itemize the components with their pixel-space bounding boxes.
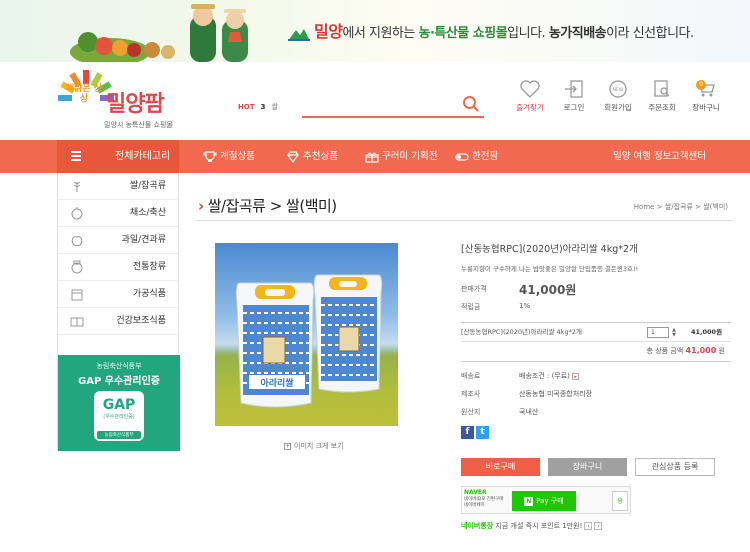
search-bar (302, 92, 484, 118)
order-lookup-button[interactable]: 주문조회 (640, 80, 684, 113)
login-button[interactable]: 로그인 (552, 80, 596, 113)
naver-pay-button[interactable]: N Pay 구매 (512, 491, 576, 511)
new-member-icon: NEW (609, 80, 627, 98)
search-icon[interactable] (462, 95, 480, 113)
sidebar-item-health[interactable]: 건강보조식품 (58, 308, 178, 335)
menu-icon (71, 151, 81, 163)
naver-point-promo[interactable]: 네이버통장 지금 개설 즉시 포인트 1만원! ‹ › (461, 521, 603, 531)
price-row: 판매가격 41,000원 (461, 283, 577, 297)
cart-count-badge: 0 (696, 80, 706, 90)
product-image[interactable]: 아라리쌀 (215, 243, 398, 426)
page-title: › 쌀/잡곡류 > 쌀(백미) (198, 197, 337, 215)
nav-recommended[interactable]: 추천상품 (286, 140, 338, 173)
chevron-right-icon: › (198, 197, 204, 215)
package-icon (71, 289, 83, 301)
product-description: 누룽지향이 구수하게 나는 밥맛좋은 밀양쌀 단립품종 골든퀸3호!! (461, 265, 639, 273)
diamond-icon (287, 150, 299, 163)
total-price: 총 상품 금액 41,000 원 (646, 346, 725, 355)
naver-wish-button[interactable]: 찜 (612, 491, 628, 511)
prev-arrow-icon[interactable]: ‹ (584, 522, 593, 530)
option-summary: [산동농협RPC](2020년)아라리쌀 4kg*2개 1 ▲ ▼ 41,000원 … (461, 322, 731, 362)
points-row: 적립금 1% (461, 302, 531, 311)
zoom-plus-icon: + (284, 443, 291, 450)
nav-kepco-farm[interactable]: 한전팜 (455, 140, 498, 173)
gap-certification-banner[interactable]: 농림축산식품부 GAP 우수관리인증 GAP (우수관리인증) 농림축산식품부 (58, 355, 180, 451)
grain-icon (73, 181, 81, 192)
naver-pay-box: NAVER 네이버ID로 간편구매 네이버페이 N Pay 구매 찜 (461, 486, 631, 514)
maker-row: 제조사 산동농협 미곡종합처리장 (461, 390, 593, 398)
add-to-wishlist-button[interactable]: 관심상품 등록 (635, 458, 715, 476)
zoom-image-link[interactable]: + 이미지 크게 보기 (284, 441, 344, 451)
all-categories-button[interactable]: 전체카테고리 (57, 140, 179, 173)
banner-brand: 밀양 (314, 22, 343, 41)
search-input[interactable] (302, 92, 452, 117)
product-title: [산동농협RPC](2020년)아라리쌀 4kg*2개 (461, 244, 638, 255)
signup-button[interactable]: NEW 회원가입 (596, 80, 640, 113)
bag-label: 아라리쌀 (260, 377, 294, 389)
twitter-icon[interactable]: t (476, 426, 489, 439)
hot-keyword-link[interactable]: 쌀 (271, 103, 277, 111)
quantity-up-icon[interactable]: ▲ ▼ (672, 328, 676, 338)
selected-option-row: [산동농협RPC](2020년)아라리쌀 4kg*2개 1 ▲ ▼ 41,000원 (461, 323, 731, 342)
naver-n-icon: N (524, 496, 534, 506)
jar-icon (71, 260, 83, 274)
health-box-icon (70, 317, 84, 327)
sale-price: 41,000원 (519, 283, 577, 297)
facebook-icon[interactable]: f (461, 426, 474, 439)
fruit-icon (71, 236, 83, 247)
order-search-icon (654, 80, 670, 97)
farmers-illustration (70, 4, 248, 62)
nav-seasonal[interactable]: 계절상품 (203, 140, 255, 173)
header: 해맑은 상상 밀양팜 밀양시 농특산물 쇼핑몰 HOT 3 쌀 즐겨찾기 로그인 N… (0, 62, 750, 140)
shipping-value: 배송조건 : (무료) ▸ (519, 371, 580, 381)
rice-bags-illustration: 아라리쌀 (215, 274, 398, 426)
buy-now-button[interactable]: 바로구매 (461, 458, 540, 476)
login-icon (565, 80, 583, 98)
title-divider (196, 220, 732, 221)
logo-name: 밀양팜 (106, 92, 165, 117)
logo-subtitle: 밀양시 농특산물 쇼핑몰 (104, 121, 173, 129)
next-arrow-icon[interactable]: › (594, 522, 603, 530)
svg-text:NEW: NEW (613, 87, 624, 93)
hot-keywords[interactable]: HOT 3 쌀 (238, 102, 278, 112)
trophy-icon (203, 150, 217, 162)
cart-button[interactable]: 장바구니 (684, 80, 728, 113)
gap-mark-logo: GAP (우수관리인증) 농림축산식품부 (94, 391, 144, 441)
vegetable-icon (71, 207, 83, 220)
option-price: 41,000원 (691, 328, 723, 336)
quantity-stepper[interactable]: 1 ▲ ▼ (647, 327, 676, 338)
points-value: 1% (519, 302, 531, 310)
shipping-row: 배송료 배송조건 : (무료) ▸ (461, 371, 580, 381)
toggle-icon (455, 152, 469, 161)
maker-value: 산동농협 미곡종합처리장 (519, 390, 593, 398)
gift-icon (365, 152, 379, 163)
top-banner[interactable]: 밀양에서 지원하는 농·특산물 쇼핑몰입니다. 농가직배송이라 신선합니다. (0, 0, 750, 62)
favorites-button[interactable]: 즐겨찾기 (508, 80, 552, 113)
heart-icon (520, 80, 540, 98)
logo-slogan: 해맑은 상상 (65, 84, 103, 104)
origin-value: 국내산 (519, 408, 539, 416)
main-nav: 전체카테고리 계절상품 추천상품 꾸러미 기획전 한전팜 밀양 여행 정보 고객… (0, 140, 750, 173)
sidebar-item-fruits[interactable]: 과일/견과류 (58, 227, 178, 254)
social-share: f t (461, 426, 489, 439)
sidebar-item-rice[interactable]: 쌀/잡곡류 (58, 173, 178, 200)
shipping-info-icon[interactable]: ▸ (572, 373, 580, 380)
sidebar-item-sauces[interactable]: 전통장류 (58, 254, 178, 281)
banner-message: 밀양에서 지원하는 농·특산물 쇼핑몰입니다. 농가직배송이라 신선합니다. (288, 18, 694, 42)
nav-customer-center[interactable]: 고객센터 (671, 140, 706, 173)
add-to-cart-button[interactable]: 장바구니 (548, 458, 627, 476)
category-sidebar: 쌀/잡곡류 채소/축산 과일/견과류 전통장류 가공식품 건강보조식품 농림축산… (57, 173, 180, 451)
nav-bundle-promo[interactable]: 꾸러미 기획전 (365, 140, 437, 173)
origin-row: 원산지 국내산 (461, 408, 539, 416)
nav-travel-info[interactable]: 밀양 여행 정보 (613, 140, 671, 173)
naver-logo: NAVER (464, 489, 487, 496)
site-logo[interactable]: 해맑은 상상 밀양팜 밀양시 농특산물 쇼핑몰 (58, 66, 188, 136)
header-utility-menu: 즐겨찾기 로그인 NEW 회원가입 주문조회 장바구니 (508, 80, 728, 113)
sidebar-item-processed[interactable]: 가공식품 (58, 281, 178, 308)
mountain-logo-icon (288, 28, 310, 41)
breadcrumb[interactable]: Home > 쌀/잡곡류 > 쌀(백미) (634, 202, 728, 212)
sidebar-item-vegetables[interactable]: 채소/축산 (58, 200, 178, 227)
